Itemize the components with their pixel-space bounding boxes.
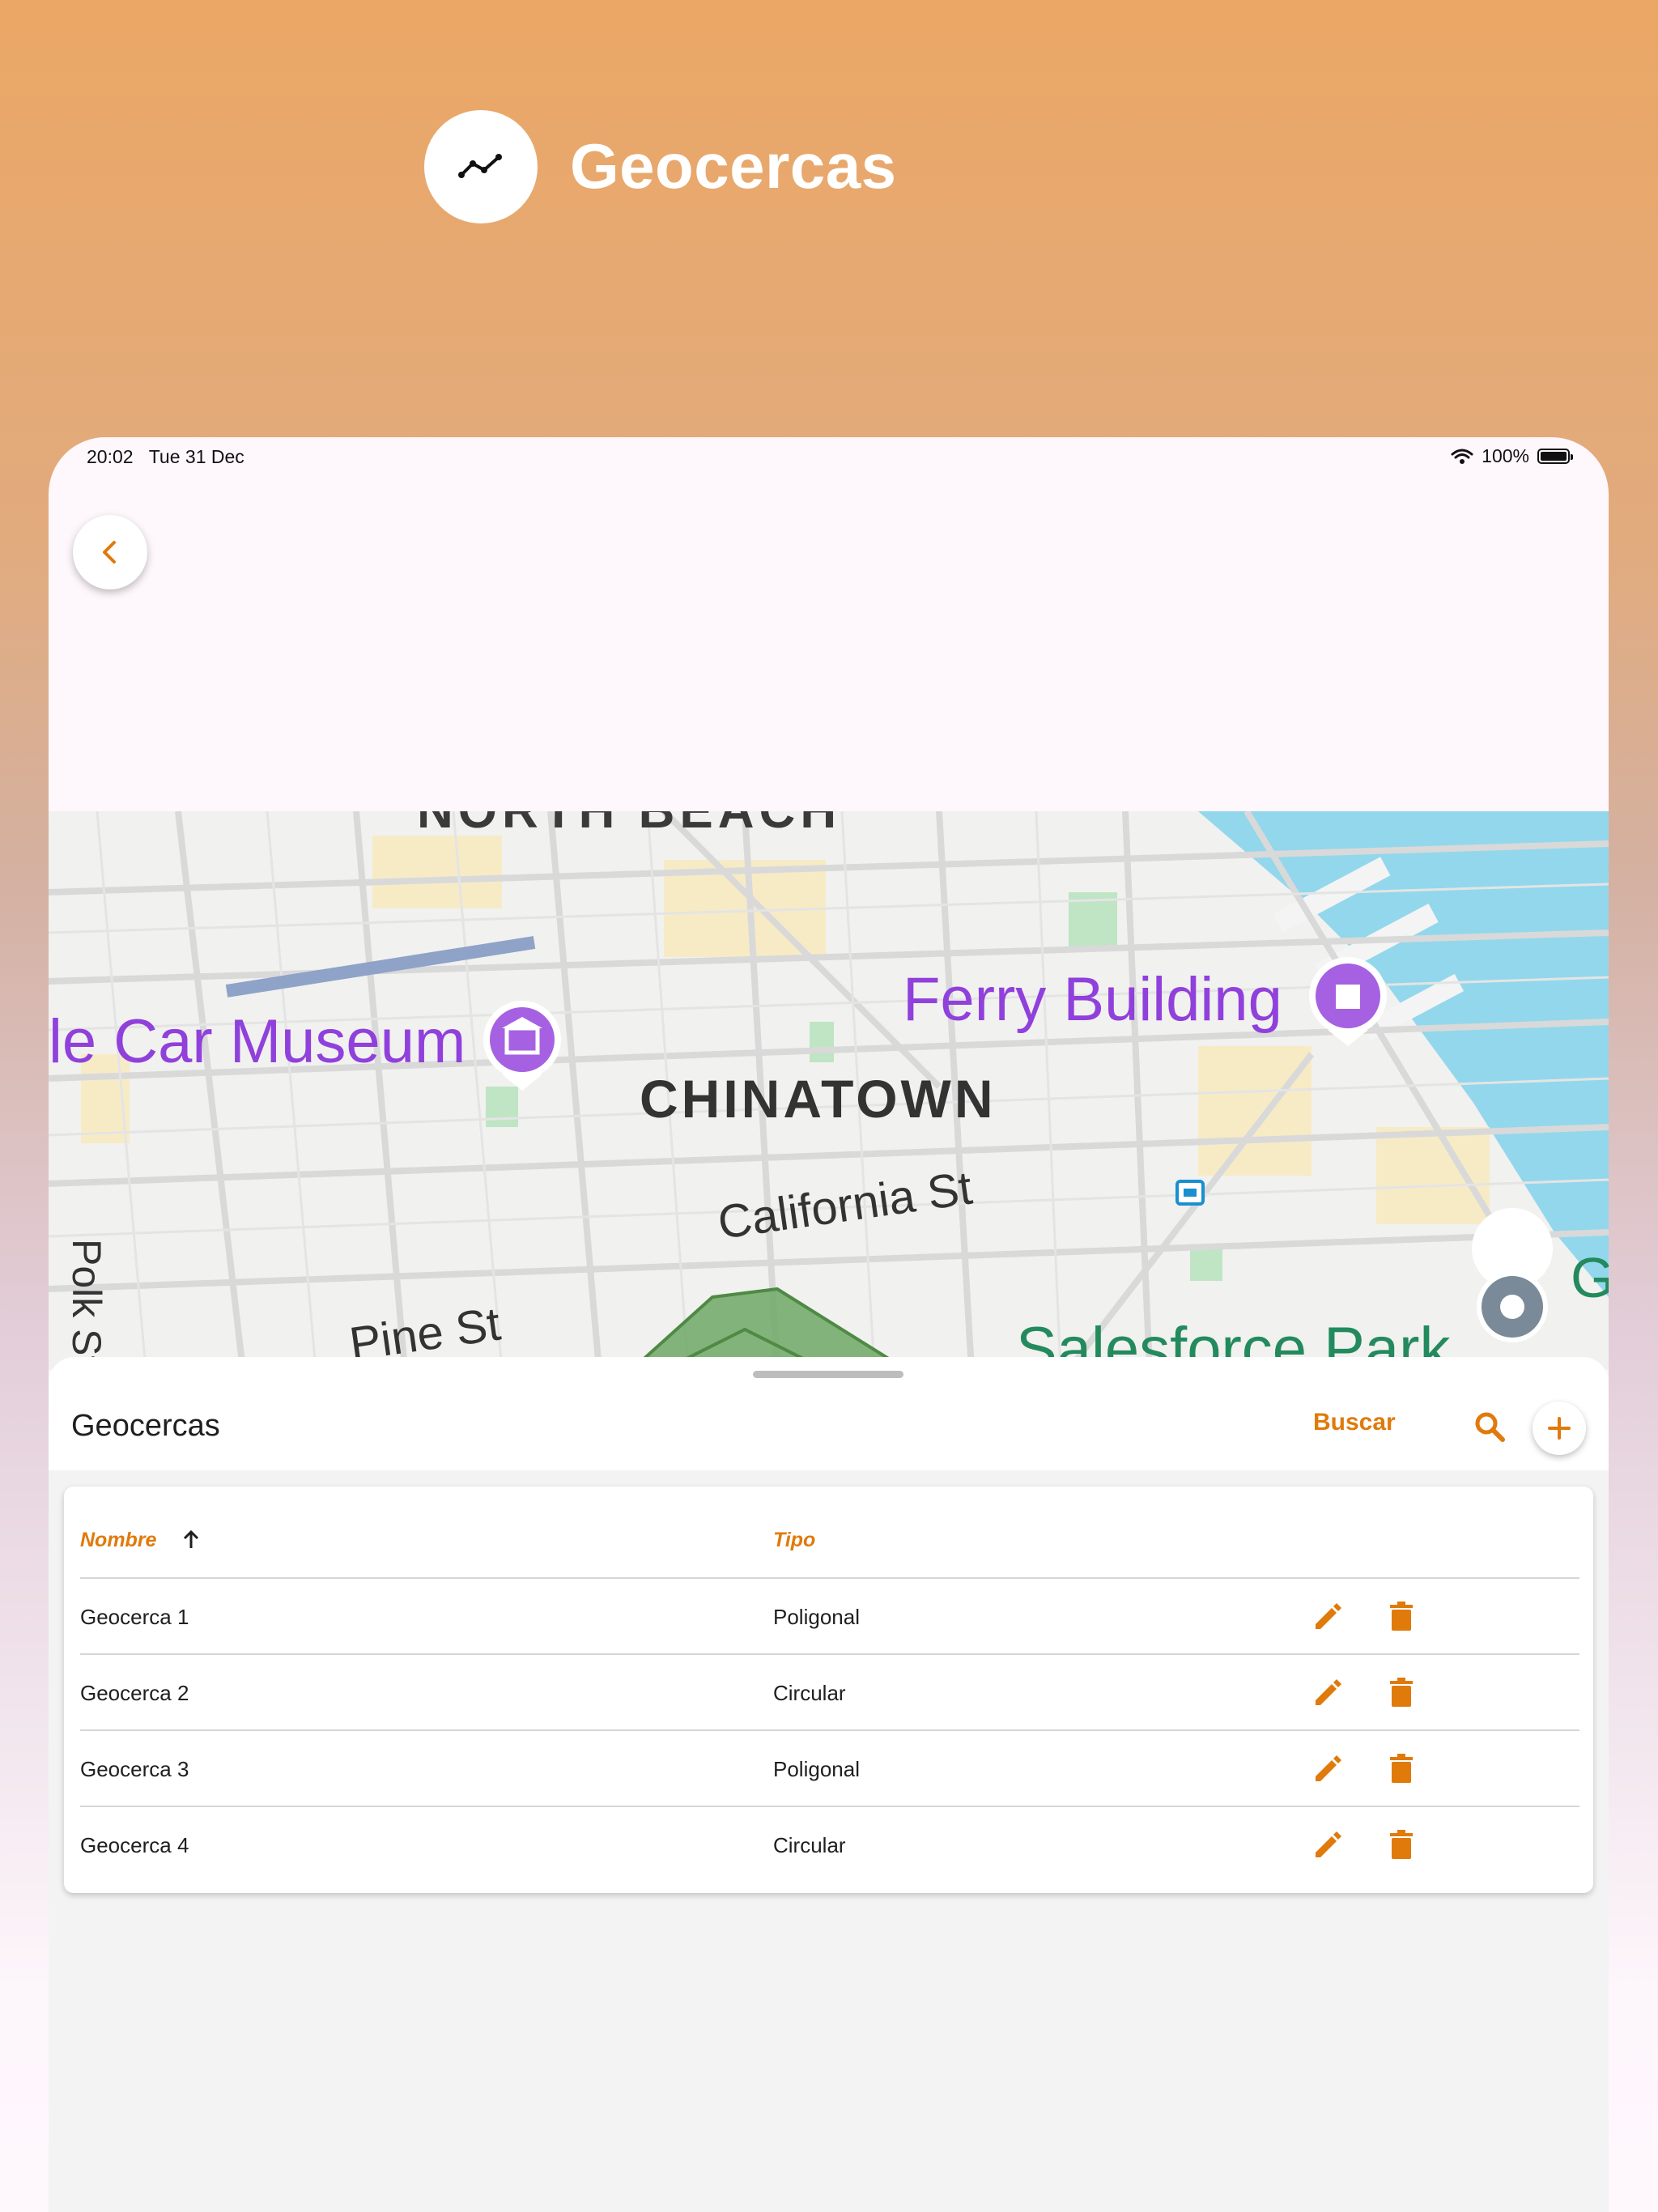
device-screen: 20:02 Tue 31 Dec 100% le Car Museum Ferr… [49,437,1609,2212]
battery-icon [1537,449,1573,464]
app-header: Geocercas [0,0,1658,340]
sort-ascending-icon[interactable] [181,1529,202,1551]
app-logo [424,110,538,223]
cell-type: Poligonal [773,1605,860,1629]
plus-icon [1548,1417,1571,1440]
status-time: 20:02 Tue 31 Dec [87,446,244,467]
edit-icon[interactable] [1311,1827,1346,1862]
delete-icon[interactable] [1384,1750,1419,1786]
search-button[interactable]: Buscar [1313,1409,1396,1436]
battery-percent: 100% [1482,445,1529,466]
cell-type: Circular [773,1833,846,1857]
map-view[interactable]: NORTH BEACH le Car Museum Ferry Building… [49,811,1609,1370]
cell-name: Geocerca 4 [80,1833,189,1857]
page-title: Geocercas [570,130,897,202]
map-label-partial: G [1571,1246,1609,1309]
map-label-polk-st: Polk St [64,1239,109,1368]
add-geofence-button[interactable] [1533,1402,1586,1455]
table-header: Nombre Tipo [80,1487,1579,1579]
edit-icon[interactable] [1311,1674,1346,1710]
trend-line-icon [458,154,502,178]
cell-name: Geocerca 2 [80,1681,189,1705]
cell-name: Geocerca 1 [80,1605,189,1629]
edit-icon[interactable] [1311,1598,1346,1634]
delete-icon[interactable] [1384,1827,1419,1862]
cell-type: Poligonal [773,1757,860,1781]
table-row[interactable]: Geocerca 4 Circular [80,1807,1579,1882]
status-bar: 20:02 Tue 31 Dec 100% [49,437,1609,478]
map-label-chinatown: CHINATOWN [640,1069,997,1129]
wifi-icon [1451,449,1473,464]
back-button[interactable] [73,515,147,589]
drag-handle[interactable] [753,1371,903,1378]
sheet-header: Geocercas Buscar [49,1357,1609,1470]
geofence-table: Nombre Tipo Geocerca 1 Poligonal Geocerc… [64,1487,1593,1893]
search-icon[interactable] [1472,1409,1507,1444]
delete-icon[interactable] [1384,1598,1419,1634]
edit-icon[interactable] [1311,1750,1346,1786]
transit-icon [1175,1180,1205,1206]
map-label-ferry-building: Ferry Building [903,965,1282,1034]
sheet-title: Geocercas [71,1409,220,1443]
table-row[interactable]: Geocerca 2 Circular [80,1655,1579,1731]
bottom-sheet: Geocercas Buscar Nombre Tipo Geocerca 1 … [49,1357,1609,2212]
cell-type: Circular [773,1681,846,1705]
column-header-tipo[interactable]: Tipo [773,1529,815,1552]
location-pin[interactable] [1472,1208,1554,1342]
table-row[interactable]: Geocerca 1 Poligonal [80,1579,1579,1655]
delete-icon[interactable] [1384,1674,1419,1710]
map-label-north-beach: NORTH BEACH [417,811,841,839]
table-row[interactable]: Geocerca 3 Poligonal [80,1731,1579,1807]
map-label-car-museum: le Car Museum [49,1007,466,1076]
cell-name: Geocerca 3 [80,1757,189,1781]
status-indicators: 100% [1451,445,1573,467]
column-header-nombre[interactable]: Nombre [80,1529,156,1552]
chevron-left-icon [103,541,116,564]
